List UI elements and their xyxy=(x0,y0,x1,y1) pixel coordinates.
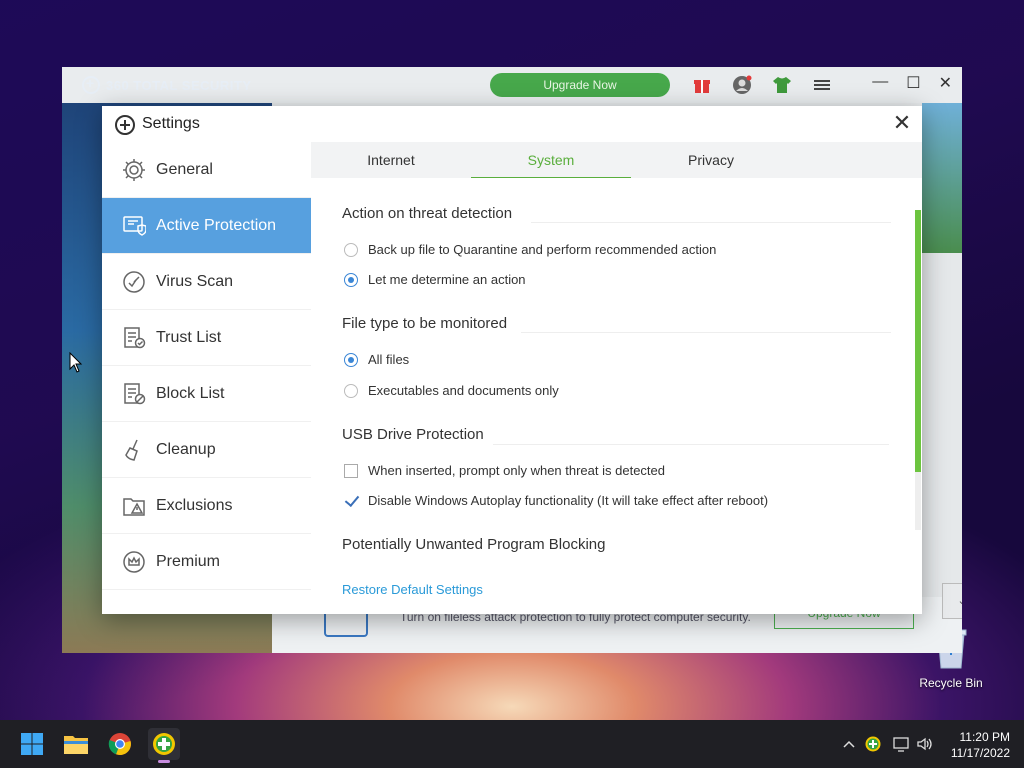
minimize-icon[interactable]: — xyxy=(872,73,888,93)
app-scenery xyxy=(922,103,962,253)
mouse-cursor-icon xyxy=(69,351,83,379)
section-divider xyxy=(493,444,889,445)
menu-icon[interactable] xyxy=(810,73,834,97)
chrome-icon[interactable] xyxy=(104,728,136,760)
network-icon[interactable] xyxy=(891,734,911,754)
checkbox-disable-autoplay[interactable]: Disable Windows Autoplay functionality (… xyxy=(344,493,768,508)
restore-default-settings-link[interactable]: Restore Default Settings xyxy=(342,582,483,597)
settings-dialog: Settings ✕ General Active Protection Vir… xyxy=(102,106,922,614)
windows-start-icon[interactable] xyxy=(16,728,48,760)
scan-icon xyxy=(122,270,146,294)
scrollbar-thumb[interactable] xyxy=(915,210,921,472)
checkbox[interactable] xyxy=(344,463,358,478)
exclusions-icon xyxy=(122,494,146,518)
radio-all-files[interactable]: All files xyxy=(344,352,409,367)
user-avatar-icon[interactable] xyxy=(730,73,754,97)
sidebar-item-trust-list[interactable]: Trust List xyxy=(102,310,311,366)
gear-icon xyxy=(122,158,146,182)
option-label: Executables and documents only xyxy=(368,383,559,398)
system-panel: Action on threat detection Back up file … xyxy=(311,178,922,614)
app-name: 360 TOTAL SECURITY xyxy=(106,77,252,93)
section-title-filetype: File type to be monitored xyxy=(342,315,508,332)
radio-button-selected[interactable] xyxy=(344,352,358,367)
broom-icon xyxy=(122,438,146,462)
taskbar-clock[interactable]: 11:20 PM 11/17/2022 xyxy=(944,729,1010,761)
trust-list-icon xyxy=(122,326,146,350)
app-logo-icon xyxy=(82,75,100,94)
radio-executables-documents[interactable]: Executables and documents only xyxy=(344,383,559,398)
sidebar-item-active-protection[interactable]: Active Protection xyxy=(102,198,311,254)
upgrade-now-button[interactable]: Upgrade Now xyxy=(490,73,670,97)
360-tray-icon[interactable] xyxy=(863,734,883,754)
chevron-up-icon[interactable] xyxy=(839,734,859,754)
settings-tabs: Internet System Privacy xyxy=(311,142,922,178)
dialog-titlebar xyxy=(102,106,922,142)
skin-shirt-icon[interactable] xyxy=(770,73,794,97)
radio-button[interactable] xyxy=(344,242,358,257)
settings-logo-icon xyxy=(115,115,135,135)
clock-date: 11/17/2022 xyxy=(950,746,1010,760)
section-title-threat: Action on threat detection xyxy=(342,205,513,222)
recycle-bin-label: Recycle Bin xyxy=(919,676,983,690)
gift-icon[interactable] xyxy=(690,73,714,97)
settings-content: Internet System Privacy Action on threat… xyxy=(311,142,922,614)
radio-button-selected[interactable] xyxy=(344,272,358,287)
option-label: When inserted, prompt only when threat i… xyxy=(368,463,665,478)
radio-let-me-determine[interactable]: Let me determine an action xyxy=(344,272,526,287)
sidebar-item-exclusions[interactable]: Exclusions xyxy=(102,478,311,534)
settings-sidebar: General Active Protection Virus Scan Tru… xyxy=(102,142,311,614)
sidebar-item-general[interactable]: General xyxy=(102,142,311,198)
dialog-title: Settings xyxy=(142,115,200,132)
option-label: Back up file to Quarantine and perform r… xyxy=(368,242,717,257)
app-title-icons xyxy=(690,73,834,97)
sidebar-item-block-list[interactable]: Block List xyxy=(102,366,311,422)
option-label: Disable Windows Autoplay functionality (… xyxy=(368,493,769,508)
sidebar-item-label: Exclusions xyxy=(156,496,233,514)
sidebar-item-label: Block List xyxy=(156,384,225,402)
option-label: Let me determine an action xyxy=(368,272,526,287)
sidebar-item-label: Virus Scan xyxy=(156,272,234,290)
volume-icon[interactable] xyxy=(915,734,935,754)
radio-quarantine[interactable]: Back up file to Quarantine and perform r… xyxy=(344,242,716,257)
section-title-usb: USB Drive Protection xyxy=(342,426,484,443)
tab-privacy[interactable]: Privacy xyxy=(631,142,791,178)
tab-internet[interactable]: Internet xyxy=(311,142,471,178)
dialog-close-button[interactable]: ✕ xyxy=(890,112,914,136)
chevron-down-icon[interactable]: ⌄ xyxy=(942,583,962,619)
radio-button[interactable] xyxy=(344,383,358,398)
section-divider xyxy=(521,332,891,333)
sidebar-item-label: Premium xyxy=(156,552,221,570)
360-total-security-taskbar-icon[interactable] xyxy=(148,728,180,763)
app-logo: 360 TOTAL SECURITY xyxy=(82,75,252,95)
section-divider xyxy=(531,222,891,223)
sidebar-item-label: Trust List xyxy=(156,328,222,346)
taskbar: 11:20 PM 11/17/2022 xyxy=(0,720,1024,768)
app-window-controls: — ☐ ✕ xyxy=(872,73,952,93)
clock-time: 11:20 PM xyxy=(959,730,1010,744)
block-list-icon xyxy=(122,382,146,406)
sidebar-item-cleanup[interactable]: Cleanup xyxy=(102,422,311,478)
sidebar-item-label: Active Protection xyxy=(156,216,277,234)
sidebar-item-premium[interactable]: Premium xyxy=(102,534,311,590)
shield-monitor-icon xyxy=(122,214,146,238)
sidebar-item-virus-scan[interactable]: Virus Scan xyxy=(102,254,311,310)
checkbox-checked[interactable] xyxy=(344,493,358,508)
file-explorer-icon[interactable] xyxy=(60,728,92,760)
crown-icon xyxy=(122,550,146,574)
checkbox-usb-prompt[interactable]: When inserted, prompt only when threat i… xyxy=(344,463,665,478)
sidebar-item-label: Cleanup xyxy=(156,440,216,458)
option-label: All files xyxy=(368,352,410,367)
maximize-icon[interactable]: ☐ xyxy=(906,73,920,93)
section-title-pup: Potentially Unwanted Program Blocking xyxy=(342,536,606,553)
sidebar-item-label: General xyxy=(156,160,213,178)
app-close-icon[interactable]: ✕ xyxy=(939,73,952,93)
tab-system[interactable]: System xyxy=(471,142,631,178)
